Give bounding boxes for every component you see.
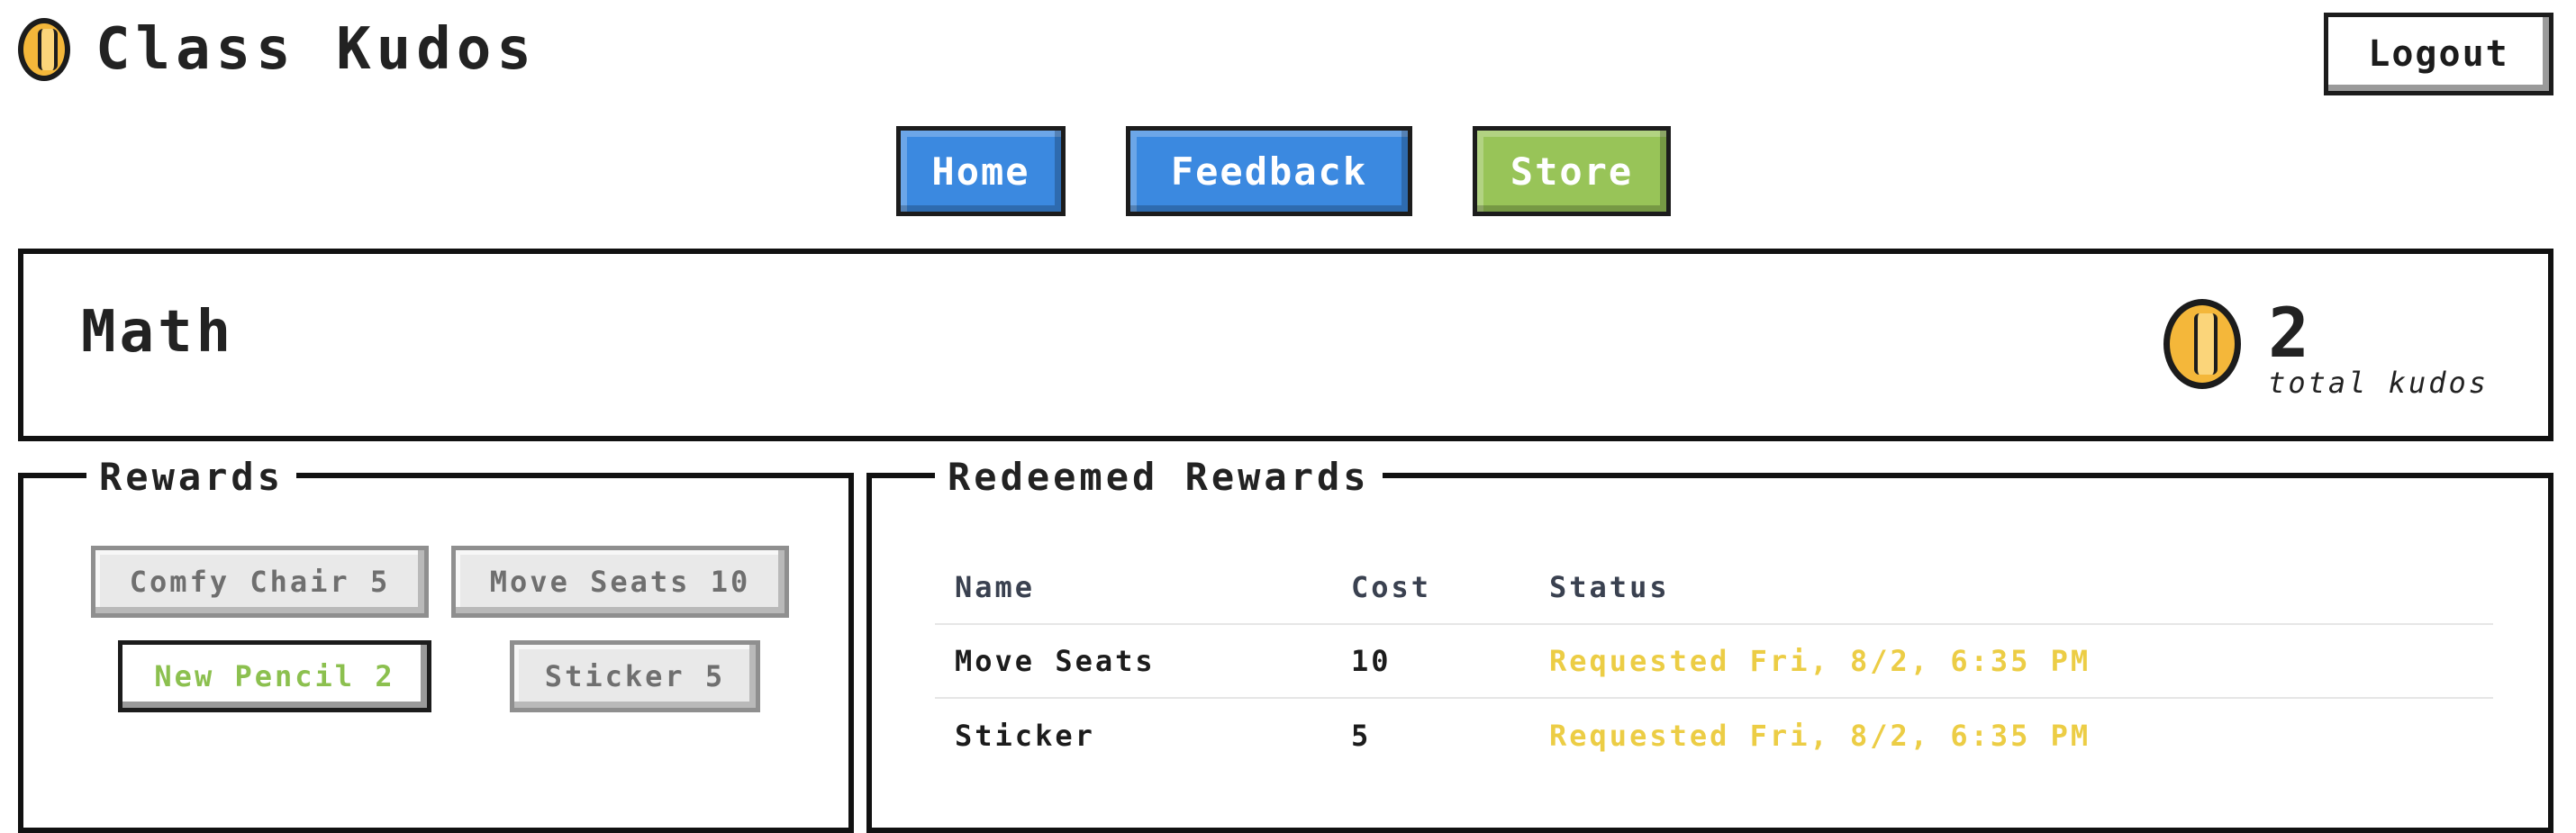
table-header-row: Name Cost Status — [935, 550, 2493, 625]
table-row: Move Seats 10 Requested Fri, 8/2, 6:35 P… — [935, 624, 2493, 699]
reward-new-pencil-button[interactable]: New Pencil 2 — [118, 640, 431, 712]
nav-store-button[interactable]: Store — [1473, 126, 1671, 216]
app-title: Class Kudos — [95, 16, 537, 83]
reward-name-cell: Sticker — [955, 718, 1095, 753]
kudos-count: 2 — [2268, 293, 2309, 373]
reward-cost-cell: 5 — [1351, 718, 1372, 753]
column-header-cost: Cost — [1331, 550, 1529, 625]
class-panel: Math 2 total kudos — [18, 249, 2553, 441]
reward-cost-cell: 10 — [1331, 624, 1529, 699]
logout-button[interactable]: Logout — [2324, 13, 2553, 95]
redeemed-rewards-panel: Redeemed Rewards Name Cost Status Move S… — [866, 455, 2553, 833]
redeemed-rewards-table: Name Cost Status Move Seats 10 Requested… — [935, 550, 2493, 772]
brand: Class Kudos — [18, 16, 537, 83]
coin-icon — [18, 18, 70, 81]
nav-home-button[interactable]: Home — [896, 126, 1066, 216]
reward-status-cell: Requested Fri, 8/2, 6:35 PM — [1549, 718, 2091, 753]
reward-name-cell: Move Seats — [935, 624, 1331, 699]
kudos-summary: 2 total kudos — [2163, 299, 2489, 400]
coin-icon — [2163, 299, 2242, 389]
kudos-text: 2 total kudos — [2268, 293, 2489, 401]
app-header: Class Kudos Logout Home Feedback Store — [0, 0, 2576, 216]
rewards-panel: Rewards Comfy Chair 5 Move Seats 10 New … — [18, 455, 854, 833]
column-header-status: Status — [1529, 550, 2493, 625]
reward-status-cell: Requested Fri, 8/2, 6:35 PM — [1529, 624, 2493, 699]
nav-feedback-button[interactable]: Feedback — [1126, 126, 1412, 216]
kudos-label: total kudos — [2268, 366, 2489, 400]
reward-sticker-button[interactable]: Sticker 5 — [510, 640, 760, 712]
reward-comfy-chair-button[interactable]: Comfy Chair 5 — [91, 546, 429, 618]
table-row: Sticker 5 Requested Fri, 8/2, 6:35 PM — [935, 698, 2493, 772]
column-header-name: Name — [935, 550, 1331, 625]
reward-move-seats-button[interactable]: Move Seats 10 — [451, 546, 789, 618]
rewards-legend: Rewards — [86, 455, 297, 499]
class-name: Math — [81, 299, 235, 366]
redeemed-rewards-legend: Redeemed Rewards — [935, 455, 1383, 499]
